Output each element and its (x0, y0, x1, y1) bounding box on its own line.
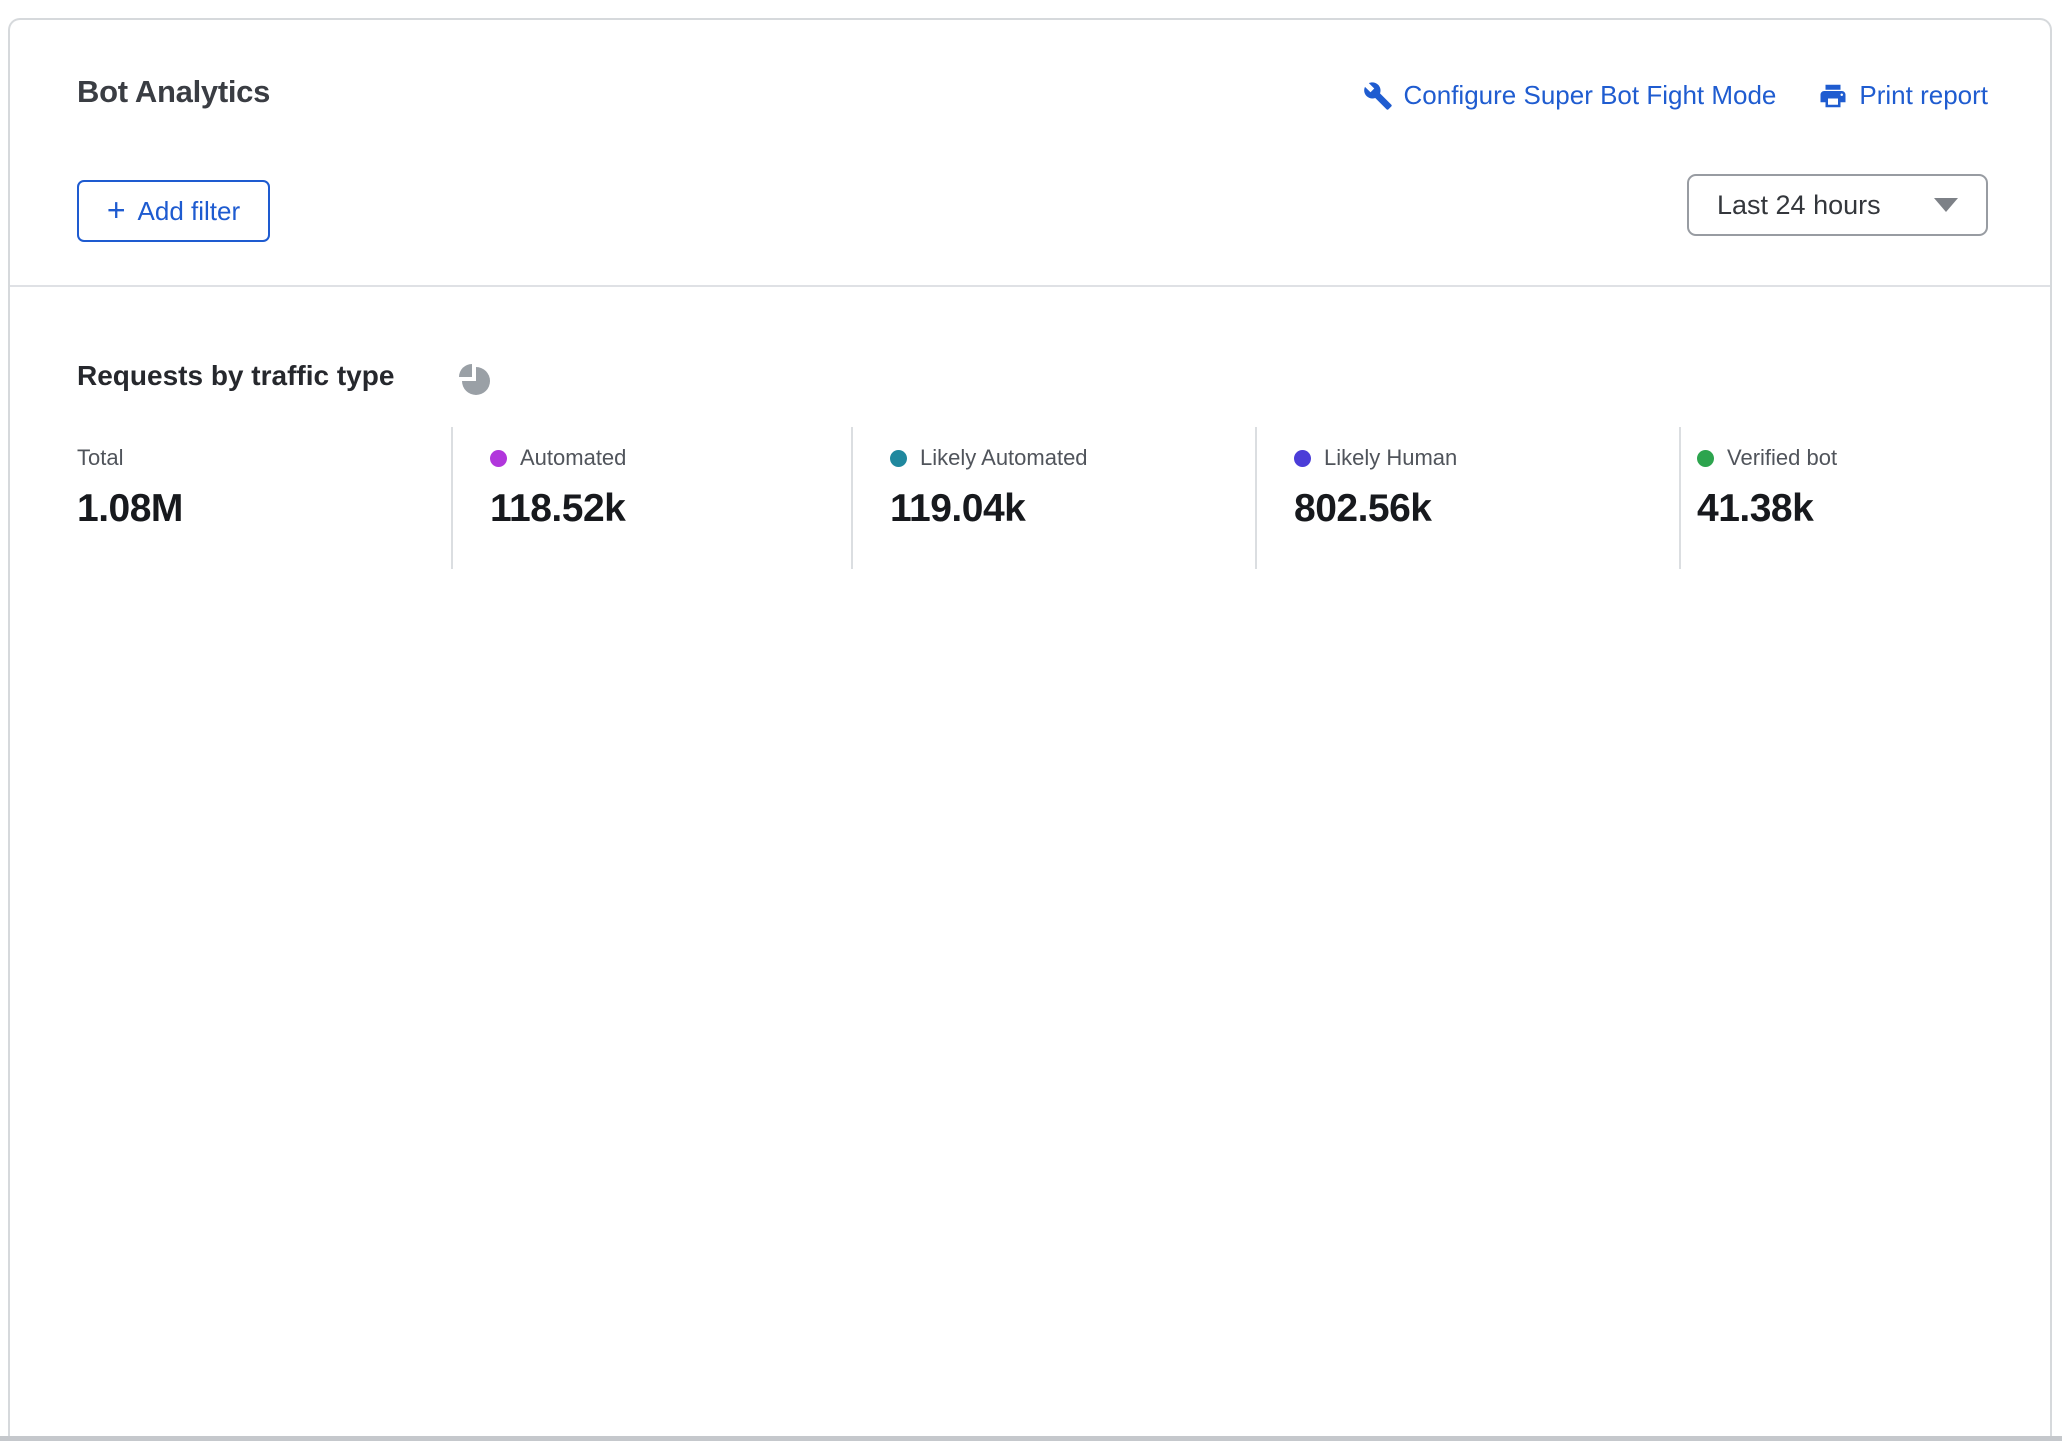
stat-label: Total (77, 445, 123, 471)
chevron-down-icon (1934, 198, 1958, 212)
stat-value: 1.08M (77, 487, 183, 531)
stat-divider (1255, 427, 1257, 569)
stat-label: Likely Human (1324, 445, 1457, 471)
configure-super-bot-fight-mode-link[interactable]: Configure Super Bot Fight Mode (1363, 80, 1777, 111)
section-title: Requests by traffic type (77, 360, 394, 392)
wrench-icon (1363, 81, 1393, 111)
print-link-label: Print report (1859, 80, 1988, 111)
bottom-separator (0, 1436, 2062, 1441)
stat-likely-human: Likely Human 802.56k (1294, 445, 1457, 531)
page-title: Bot Analytics (77, 74, 270, 110)
printer-icon (1818, 81, 1848, 111)
stat-value: 119.04k (890, 487, 1088, 531)
add-filter-label: Add filter (138, 196, 241, 227)
header-divider (10, 285, 2050, 287)
likely-automated-legend-dot (890, 450, 907, 467)
stat-verified-bot: Verified bot 41.38k (1697, 445, 1837, 531)
header-links: Configure Super Bot Fight Mode Print rep… (1363, 80, 1988, 111)
time-range-value: Last 24 hours (1717, 190, 1881, 221)
bot-analytics-card: Bot Analytics Configure Super Bot Fight … (8, 18, 2052, 1438)
configure-link-label: Configure Super Bot Fight Mode (1404, 80, 1777, 111)
stat-value: 802.56k (1294, 487, 1457, 531)
stat-total: Total 1.08M (77, 445, 183, 531)
automated-legend-dot (490, 450, 507, 467)
stat-divider (1679, 427, 1681, 569)
stat-divider (451, 427, 453, 569)
stat-divider (851, 427, 853, 569)
pie-chart-icon (459, 364, 491, 396)
stat-likely-automated: Likely Automated 119.04k (890, 445, 1088, 531)
stat-value: 41.38k (1697, 487, 1837, 531)
stat-label: Likely Automated (920, 445, 1088, 471)
likely-human-legend-dot (1294, 450, 1311, 467)
stat-label: Automated (520, 445, 626, 471)
print-report-link[interactable]: Print report (1818, 80, 1988, 111)
verified-bot-legend-dot (1697, 450, 1714, 467)
stat-value: 118.52k (490, 487, 626, 531)
add-filter-button[interactable]: + Add filter (77, 180, 270, 242)
stat-automated: Automated 118.52k (490, 445, 626, 531)
time-range-select[interactable]: Last 24 hours (1687, 174, 1988, 236)
stat-label: Verified bot (1727, 445, 1837, 471)
plus-icon: + (107, 194, 126, 226)
